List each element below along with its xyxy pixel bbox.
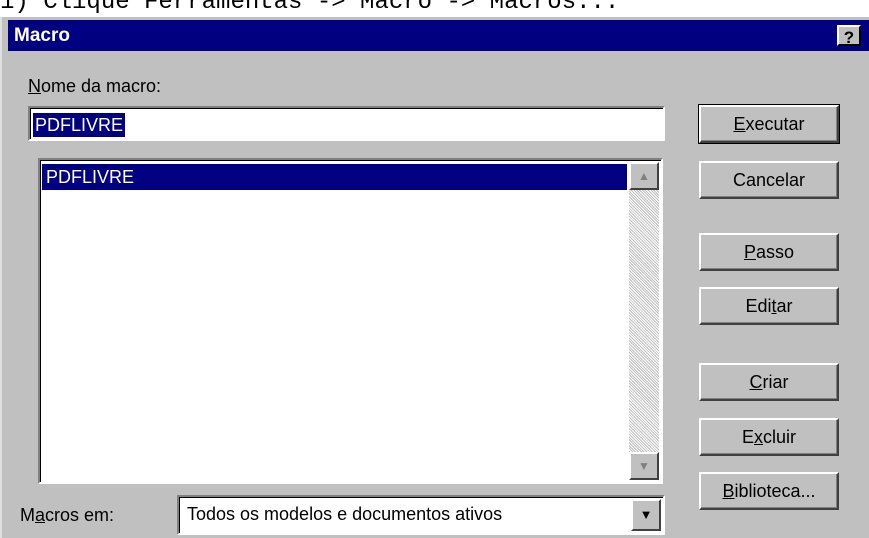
macro-dialog: Macro ? Nome da macro: PDFLIVRE PDFLIVRE… xyxy=(0,17,869,538)
macros-in-value: Todos os modelos e documentos ativos xyxy=(187,504,503,524)
list-scrollbar[interactable]: ▲ ▼ xyxy=(629,162,659,480)
chevron-down-icon: ▼ xyxy=(639,507,653,522)
macro-name-label: Nome da macro: xyxy=(28,76,162,96)
cancel-button[interactable]: Cancelar xyxy=(699,161,839,199)
create-button[interactable]: Criar xyxy=(699,363,839,401)
instruction-caption: 1) Clique Ferramentas -> Macro -> Macros… xyxy=(0,0,620,16)
macro-name-value: PDFLIVRE xyxy=(33,113,126,137)
library-button[interactable]: Biblioteca... xyxy=(699,472,839,510)
list-item[interactable]: PDFLIVRE xyxy=(42,164,627,190)
dropdown-button[interactable]: ▼ xyxy=(631,499,661,531)
macros-in-label: Macros em: xyxy=(20,505,115,525)
title-bar[interactable]: Macro ? xyxy=(8,20,869,51)
run-button[interactable]: Executar xyxy=(698,104,840,144)
macros-in-select[interactable]: Todos os modelos e documentos ativos ▼ xyxy=(177,495,665,535)
scroll-down-button[interactable]: ▼ xyxy=(629,452,659,480)
scroll-up-button[interactable]: ▲ xyxy=(629,162,659,190)
macro-list[interactable]: PDFLIVRE ▲ ▼ xyxy=(38,158,663,484)
scroll-up-icon: ▲ xyxy=(638,169,650,183)
edit-button[interactable]: Editar xyxy=(699,287,839,325)
help-button[interactable]: ? xyxy=(837,25,861,47)
delete-button[interactable]: Excluir xyxy=(699,418,839,456)
dialog-title: Macro xyxy=(14,25,70,46)
scroll-down-icon: ▼ xyxy=(638,459,650,473)
macro-name-input[interactable]: PDFLIVRE xyxy=(28,106,665,141)
step-button[interactable]: Passo xyxy=(699,233,839,271)
